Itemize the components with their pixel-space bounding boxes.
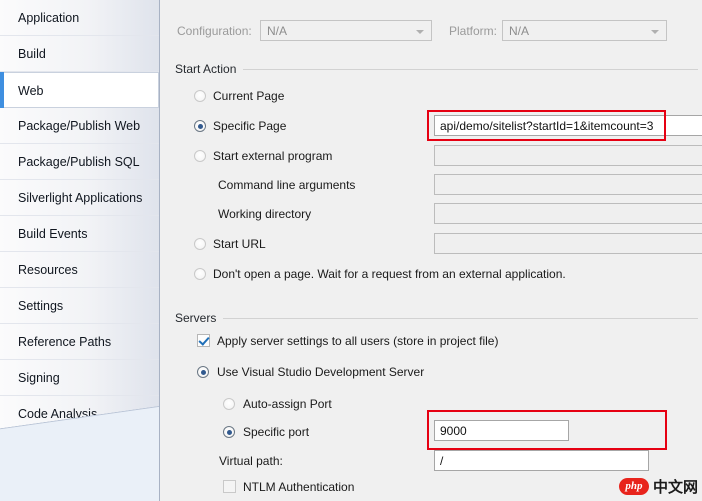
label-specific-page: Specific Page [213,119,287,133]
label-ntlm-authentication: NTLM Authentication [243,480,355,494]
sidebar-item-build-events[interactable]: Build Events [0,216,159,252]
sidebar-item-silverlight-applications[interactable]: Silverlight Applications [0,180,159,216]
sidebar-item-resources[interactable]: Resources [0,252,159,288]
sidebar-item-web[interactable]: Web [0,72,159,108]
specific-page-input[interactable]: api/demo/sitelist?startId=1&itemcount=3 [434,115,702,136]
sidebar-item-application[interactable]: Application [0,0,159,36]
virtual-path-input[interactable]: / [434,450,649,471]
working-directory-input[interactable] [434,203,702,224]
sidebar-item-label: Settings [18,299,64,313]
chevron-down-icon [651,30,659,34]
label-virtual-path: Virtual path: [219,454,283,468]
start-external-program-input[interactable] [434,145,702,166]
label-command-line-arguments: Command line arguments [218,178,356,192]
platform-label: Platform: [449,24,498,38]
settings-sidebar: Application Build Web Package/Publish We… [0,0,160,501]
start-url-input[interactable] [434,233,702,254]
sidebar-nav-list: Application Build Web Package/Publish We… [0,0,159,468]
sidebar-item-label: Signing [18,371,60,385]
start-action-group-title: Start Action [175,62,243,76]
configuration-dropdown[interactable]: N/A [260,20,432,41]
servers-group-divider [223,318,698,319]
sidebar-item-settings[interactable]: Settings [0,288,159,324]
checkbox-ntlm-authentication[interactable] [223,480,236,493]
label-use-vs-development-server: Use Visual Studio Development Server [217,365,425,379]
label-specific-port: Specific port [243,425,310,439]
checkbox-apply-server-settings[interactable] [197,334,210,347]
start-action-group-divider [243,69,698,70]
sidebar-item-build[interactable]: Build [0,36,159,72]
virtual-path-value: / [440,454,444,468]
radio-use-vs-development-server[interactable] [197,366,209,378]
radio-start-url[interactable] [194,238,206,250]
servers-group-title: Servers [175,311,223,325]
chevron-down-icon [416,30,424,34]
sidebar-item-label: Package/Publish SQL [18,155,140,169]
watermark: php 中文网 [618,476,698,497]
sidebar-item-label: Web [18,84,44,98]
radio-specific-page[interactable] [194,120,206,132]
label-start-url: Start URL [213,237,266,251]
sidebar-item-label: Build Events [18,227,88,241]
sidebar-item-signing[interactable]: Signing [0,360,159,396]
platform-dropdown[interactable]: N/A [502,20,667,41]
sidebar-item-package-publish-sql[interactable]: Package/Publish SQL [0,144,159,180]
label-start-external-program: Start external program [213,149,333,163]
sidebar-item-label: Package/Publish Web [18,119,141,133]
configuration-label: Configuration: [177,24,252,38]
sidebar-item-label: Build [18,47,46,61]
radio-current-page[interactable] [194,90,206,102]
platform-value: N/A [509,24,530,38]
command-line-arguments-input[interactable] [434,174,702,195]
web-settings-pane: Configuration: N/A Platform: N/A Start A… [161,0,702,501]
specific-page-value: api/demo/sitelist?startId=1&itemcount=3 [440,119,654,133]
label-apply-server-settings: Apply server settings to all users (stor… [217,334,499,348]
label-current-page: Current Page [213,89,285,103]
sidebar-item-label: Silverlight Applications [18,191,143,205]
specific-port-input[interactable]: 9000 [434,420,569,441]
label-working-directory: Working directory [218,207,312,221]
sidebar-item-label: Resources [18,263,78,277]
sidebar-item-package-publish-web[interactable]: Package/Publish Web [0,108,159,144]
sidebar-item-label: Reference Paths [18,335,112,349]
label-auto-assign-port: Auto-assign Port [243,397,332,411]
radio-auto-assign-port[interactable] [223,398,235,410]
sidebar-item-label: Application [18,11,80,25]
php-logo-icon: php [618,478,649,495]
configuration-value: N/A [267,24,288,38]
radio-start-external-program[interactable] [194,150,206,162]
specific-port-value: 9000 [440,424,467,438]
radio-specific-port[interactable] [223,426,235,438]
watermark-text: 中文网 [652,479,698,496]
label-dont-open-page: Don't open a page. Wait for a request fr… [213,267,566,281]
sidebar-item-reference-paths[interactable]: Reference Paths [0,324,159,360]
radio-dont-open-page[interactable] [194,268,206,280]
